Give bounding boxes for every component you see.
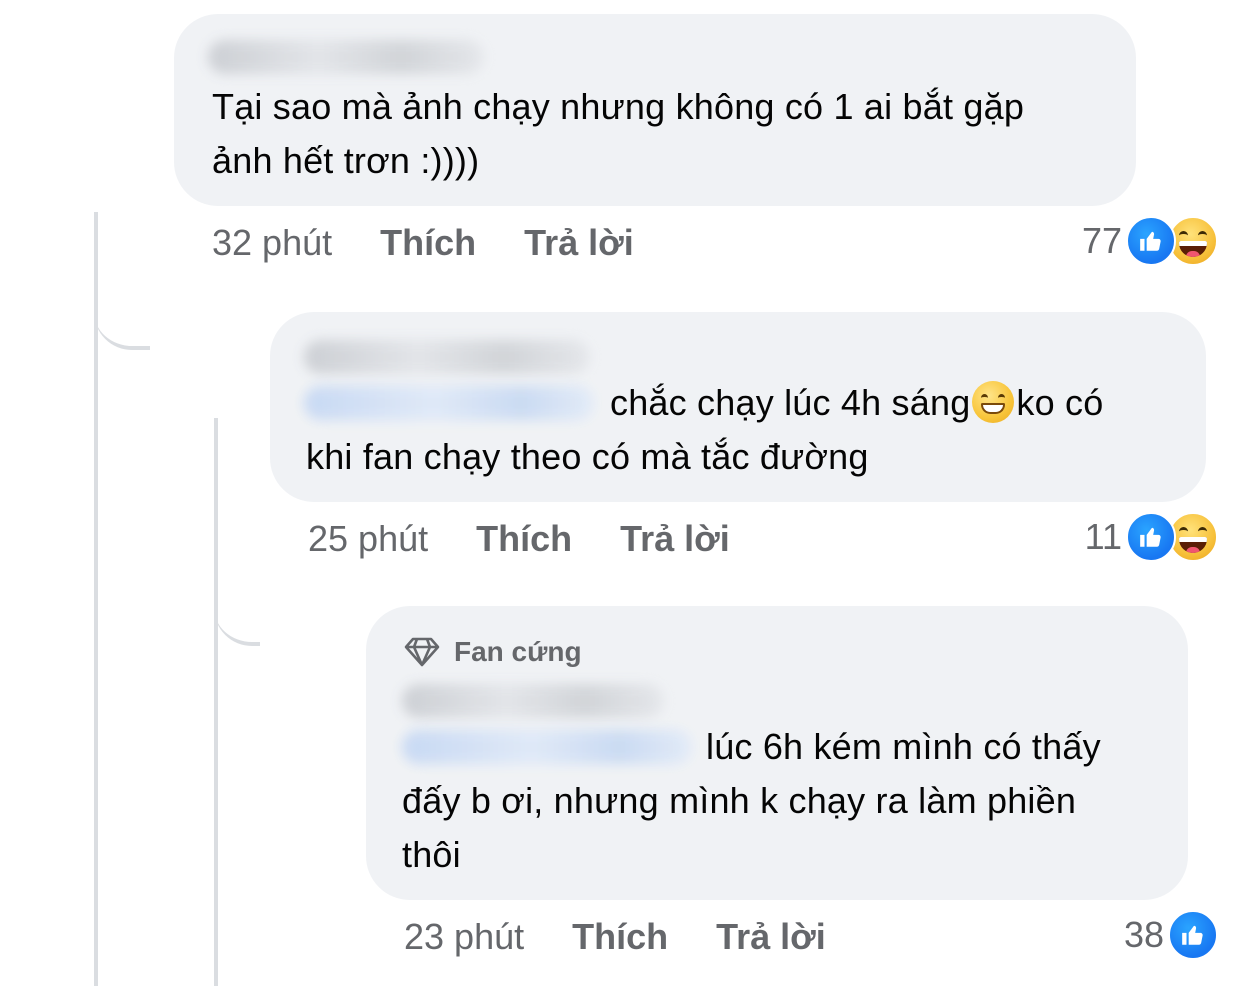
comment-text-line-1: lúc 6h kém mình có thấy (706, 726, 1101, 767)
reaction-count: 77 (1081, 220, 1122, 261)
like-icon (1126, 512, 1176, 562)
comment-text-line-1: Tại sao mà ảnh chạy nhưng không có 1 ai … (212, 86, 1025, 127)
thread-connector-level-2 (214, 580, 260, 646)
reaction-summary-3[interactable]: 38 (1124, 910, 1218, 960)
comment-bubble-1: Tại sao mà ảnh chạy nhưng không có 1 ai … (174, 14, 1136, 206)
like-icon (1126, 216, 1176, 266)
comment-timestamp[interactable]: 25 phút (308, 518, 428, 559)
redacted-author-name (208, 40, 484, 74)
comment-bubble-3: Fan cứng lúc 6h kém mình có thấy đấy b ơ… (366, 606, 1188, 900)
comment-actions-1: 32 phút Thích Trả lời (212, 222, 634, 264)
comment-text-line-3: thôi (402, 834, 461, 875)
reply-button[interactable]: Trả lời (620, 518, 730, 559)
comment-text-line-2: khi fan chạy theo có mà tắc đường (306, 436, 869, 477)
reaction-count: 38 (1123, 914, 1164, 955)
comment-text-line-2: ảnh hết trơn :)))) (212, 140, 480, 181)
like-button[interactable]: Thích (380, 222, 476, 263)
comment-bubble-2: chắc chạy lúc 4h sáng ko có khi fan chạy … (270, 312, 1206, 502)
comment-text-part: chắc chạy lúc 4h sáng (610, 382, 971, 423)
like-icon (1168, 910, 1218, 960)
comment-text-line-1: chắc chạy lúc 4h sáng ko có (610, 376, 1103, 430)
reaction-summary-2[interactable]: 11 (1085, 512, 1218, 562)
comment-timestamp[interactable]: 23 phút (404, 916, 524, 957)
redacted-author-name (402, 684, 664, 718)
comment-timestamp[interactable]: 32 phút (212, 222, 332, 263)
badge-label: Fan cứng (454, 636, 582, 667)
like-button[interactable]: Thích (572, 916, 668, 957)
reply-button[interactable]: Trả lời (716, 916, 826, 957)
reaction-summary-1[interactable]: 77 (1082, 216, 1218, 266)
thread-line-level-2 (214, 418, 218, 986)
like-button[interactable]: Thích (476, 518, 572, 559)
reply-button[interactable]: Trả lời (524, 222, 634, 263)
redacted-mention-tag (402, 730, 692, 764)
grinning-face-emoji (972, 381, 1015, 423)
comment-text-part: ko có (1016, 382, 1104, 423)
thread-connector-level-1 (94, 278, 150, 350)
redacted-mention-tag (304, 386, 594, 420)
top-fan-badge: Fan cứng (404, 636, 582, 668)
diamond-icon (404, 637, 440, 667)
reaction-count: 11 (1084, 516, 1122, 557)
comment-actions-2: 25 phút Thích Trả lời (308, 518, 730, 560)
comment-actions-3: 23 phút Thích Trả lời (404, 916, 826, 958)
comment-text-line-2: đấy b ơi, nhưng mình k chạy ra làm phiền (402, 780, 1077, 821)
redacted-author-name (304, 340, 590, 374)
